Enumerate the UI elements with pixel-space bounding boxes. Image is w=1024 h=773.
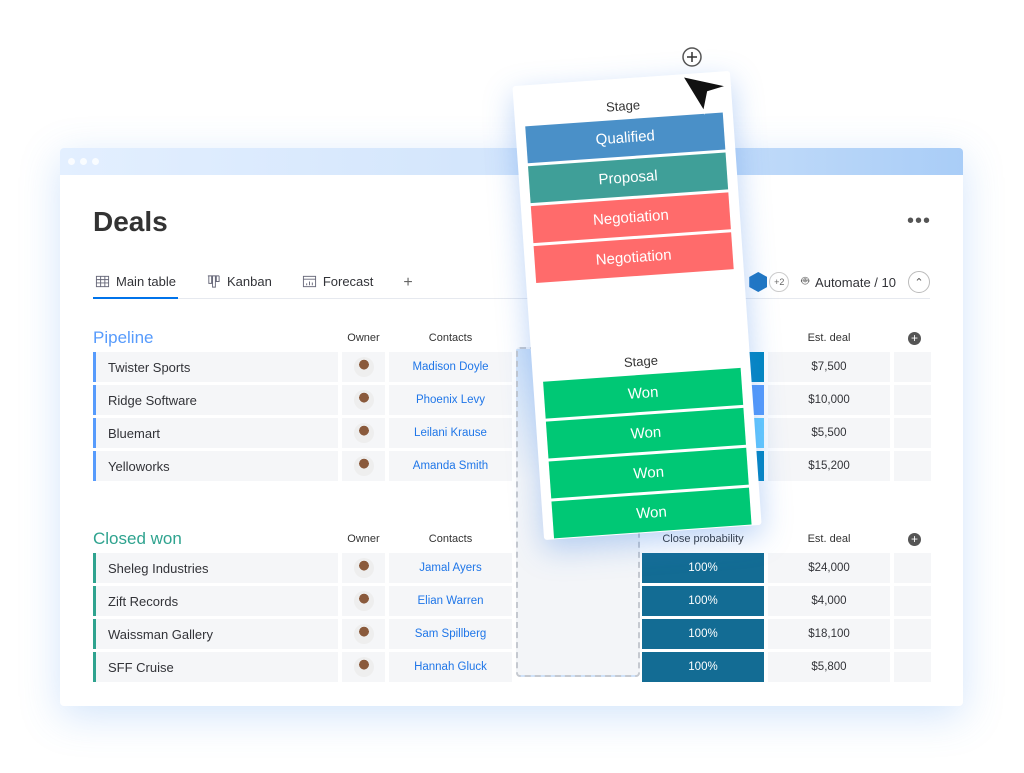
avatar [353, 624, 374, 644]
est-deal-cell[interactable]: $18,100 [768, 619, 890, 649]
contact-link[interactable]: Amanda Smith [389, 451, 512, 481]
forecast-icon [302, 275, 316, 288]
tab-label: Forecast [322, 274, 374, 289]
table-row: Zift Records Elian Warren 100% $4,000 [93, 586, 931, 616]
owner-cell[interactable] [342, 652, 385, 682]
empty-cell[interactable] [894, 652, 931, 682]
team-avatar[interactable] [749, 272, 768, 292]
collapse-button[interactable]: ⌃ [908, 271, 930, 293]
est-deal-header: Est. deal [807, 332, 851, 344]
close-probability-cell[interactable]: 100% [642, 652, 764, 682]
owner-header: Owner [347, 533, 380, 545]
empty-cell[interactable] [894, 553, 931, 583]
table-row: Ridge Software Phoenix Levy $10,000 [93, 385, 931, 415]
deal-name-cell[interactable]: Zift Records [93, 586, 338, 616]
tab-forecast[interactable]: Forecast [300, 271, 376, 297]
deal-name-cell[interactable]: Twister Sports [93, 352, 338, 382]
owner-cell[interactable] [342, 451, 385, 481]
contact-link[interactable]: Elian Warren [389, 586, 512, 616]
title-bar [60, 148, 963, 175]
est-deal-cell[interactable]: $4,000 [768, 586, 890, 616]
table-icon [95, 275, 110, 288]
tab-main-table[interactable]: Main table [93, 271, 178, 299]
empty-cell[interactable] [894, 418, 931, 448]
empty-cell[interactable] [894, 586, 931, 616]
cursor-plus-icon [679, 47, 732, 115]
contacts-header: Contacts [428, 533, 473, 545]
contact-link[interactable]: Sam Spillberg [389, 619, 512, 649]
contact-link[interactable]: Madison Doyle [389, 352, 512, 382]
contact-link[interactable]: Leilani Krause [389, 418, 512, 448]
table-row: SFF Cruise Hannah Gluck 100% $5,800 [93, 652, 931, 682]
close-probability-header: Close probability [662, 533, 744, 545]
avatar [353, 357, 374, 377]
more-members-badge[interactable]: +2 [769, 272, 790, 292]
close-probability-cell[interactable]: 100% [642, 586, 764, 616]
table-row: Bluemart Leilani Krause $5,500 [93, 418, 931, 448]
deal-name-cell[interactable]: Bluemart [93, 418, 338, 448]
table-row: Waissman Gallery Sam Spillberg 100% $18,100 [93, 619, 931, 649]
contact-link[interactable]: Phoenix Levy [389, 385, 512, 415]
deal-name-cell[interactable]: Yelloworks [93, 451, 338, 481]
tab-label: Kanban [226, 274, 272, 289]
avatar [353, 456, 374, 476]
more-options-button[interactable]: ••• [907, 210, 931, 233]
add-column-button[interactable]: + [908, 332, 921, 345]
owner-cell[interactable] [342, 418, 385, 448]
table-row: Sheleg Industries Jamal Ayers 100% $24,000 [93, 553, 931, 583]
est-deal-header: Est. deal [807, 533, 851, 545]
owner-cell[interactable] [342, 553, 385, 583]
deal-name-cell[interactable]: Sheleg Industries [93, 553, 338, 583]
est-deal-cell[interactable]: $10,000 [768, 385, 890, 415]
est-deal-cell[interactable]: $5,500 [768, 418, 890, 448]
owner-cell[interactable] [342, 352, 385, 382]
page-title: Deals [93, 206, 168, 237]
empty-cell[interactable] [894, 619, 931, 649]
add-view-button[interactable]: + [401, 271, 414, 300]
tab-label: Main table [116, 274, 176, 289]
contacts-header: Contacts [428, 332, 473, 344]
robot-icon: 🤖︎ [801, 273, 810, 288]
deal-name-cell[interactable]: Ridge Software [93, 385, 338, 415]
owner-cell[interactable] [342, 385, 385, 415]
closed-won-group: Closed won Owner Contacts Close probabil… [93, 525, 931, 685]
automate-button[interactable]: Automate / 10 [815, 275, 896, 290]
owner-header: Owner [347, 332, 380, 344]
stage-drag-card[interactable]: Stage Qualified Proposal Negotiation Negoti… [512, 70, 762, 541]
close-probability-cell[interactable]: 100% [642, 619, 764, 649]
avatar [353, 423, 374, 443]
table-row: Yelloworks Amanda Smith $15,200 [93, 451, 931, 481]
kanban-icon [207, 275, 220, 288]
avatar [353, 390, 374, 410]
empty-cell[interactable] [894, 385, 931, 415]
est-deal-cell[interactable]: $15,200 [768, 451, 890, 481]
table-row: Twister Sports Madison Doyle $7,500 [93, 352, 931, 382]
est-deal-cell[interactable]: $24,000 [768, 553, 890, 583]
est-deal-cell[interactable]: $7,500 [768, 352, 890, 382]
owner-cell[interactable] [342, 619, 385, 649]
avatar [353, 591, 374, 611]
avatar [353, 558, 374, 578]
app-window: Deals ••• Main table Kanban Forecast + +… [60, 148, 963, 706]
group-title[interactable]: Closed won [93, 529, 182, 549]
pipeline-group: Pipeline Owner Contacts Est. deal + Twis… [93, 324, 931, 484]
contact-link[interactable]: Jamal Ayers [389, 553, 512, 583]
tab-kanban[interactable]: Kanban [204, 271, 274, 297]
avatar [353, 657, 374, 677]
empty-cell[interactable] [894, 352, 931, 382]
deal-name-cell[interactable]: SFF Cruise [93, 652, 338, 682]
board-tools: +2 🤖︎ Automate / 10 ⌃ [749, 271, 930, 293]
deal-name-cell[interactable]: Waissman Gallery [93, 619, 338, 649]
owner-cell[interactable] [342, 586, 385, 616]
close-probability-cell[interactable]: 100% [642, 553, 764, 583]
est-deal-cell[interactable]: $5,800 [768, 652, 890, 682]
contact-link[interactable]: Hannah Gluck [389, 652, 512, 682]
empty-cell[interactable] [894, 451, 931, 481]
group-title[interactable]: Pipeline [93, 328, 154, 348]
add-column-button[interactable]: + [908, 533, 921, 546]
